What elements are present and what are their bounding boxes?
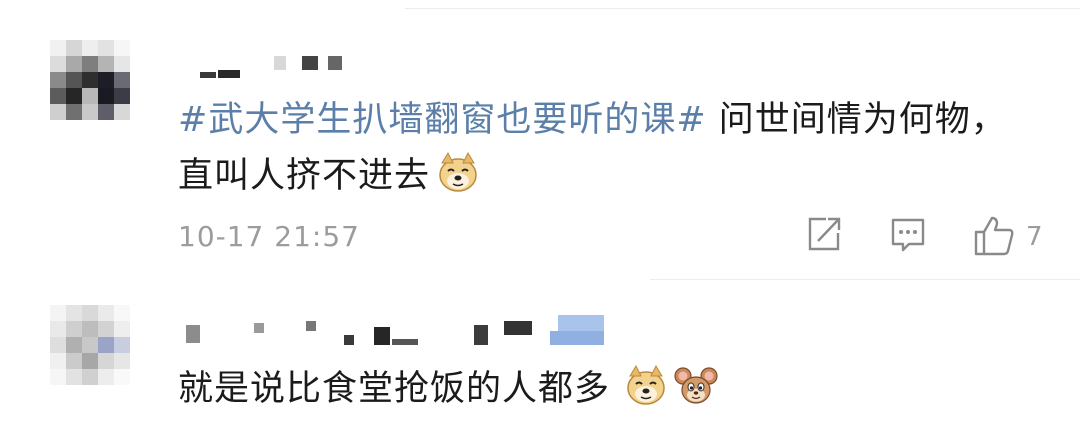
- doge-emoji: [436, 151, 480, 195]
- comment-text: 就是说比食堂抢饭的人都多: [178, 361, 1058, 417]
- like-button[interactable]: [972, 214, 1016, 258]
- avatar[interactable]: [50, 305, 134, 389]
- comment-text-line: 直叫人挤不进去: [178, 156, 431, 196]
- like-count: 7: [1026, 222, 1043, 252]
- comment-item: #武大学生扒墙翻窗也要听的课# 问世间情为何物， 直叫人挤不进去 10-17 2…: [0, 0, 1080, 279]
- comment-actions: [800, 214, 1060, 258]
- jerry-mouse-emoji: [674, 364, 718, 408]
- comment-icon: [888, 214, 928, 254]
- topic-hashtag-link[interactable]: #武大学生扒墙翻窗也要听的课#: [178, 100, 707, 140]
- share-icon: [804, 214, 844, 254]
- share-button[interactable]: [804, 214, 844, 258]
- comment-text-line: 就是说比食堂抢饭的人都多: [178, 369, 611, 409]
- timestamp: 10-17 21:57: [178, 220, 360, 253]
- comment-text-line: 问世间情为何物，: [706, 100, 1007, 140]
- thumbs-up-icon: [972, 214, 1016, 258]
- doge-emoji: [624, 364, 668, 408]
- username-blurred[interactable]: [178, 48, 358, 78]
- username-blurred[interactable]: [178, 315, 608, 345]
- comment-text: #武大学生扒墙翻窗也要听的课# 问世间情为何物， 直叫人挤不进去: [178, 92, 1058, 204]
- comment-button[interactable]: [888, 214, 928, 258]
- comment-item: 就是说比食堂抢饭的人都多: [0, 279, 1080, 435]
- avatar[interactable]: [50, 40, 134, 124]
